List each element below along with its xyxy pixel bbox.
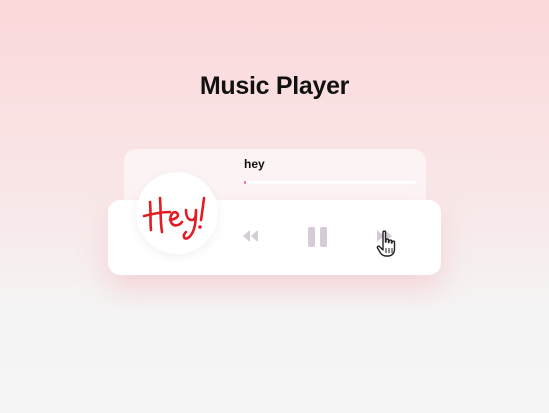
previous-button[interactable] (241, 228, 261, 249)
pause-button[interactable] (306, 226, 330, 253)
track-title: hey (244, 157, 265, 171)
rewind-icon (243, 230, 258, 242)
progress-fill (244, 181, 246, 184)
fast-forward-icon (377, 230, 392, 242)
progress-bar[interactable] (244, 181, 416, 184)
album-art (136, 172, 218, 254)
pause-icon (308, 227, 327, 247)
next-button[interactable] (374, 228, 394, 249)
page-title: Music Player (199, 72, 350, 100)
album-art-lettering (142, 196, 206, 240)
